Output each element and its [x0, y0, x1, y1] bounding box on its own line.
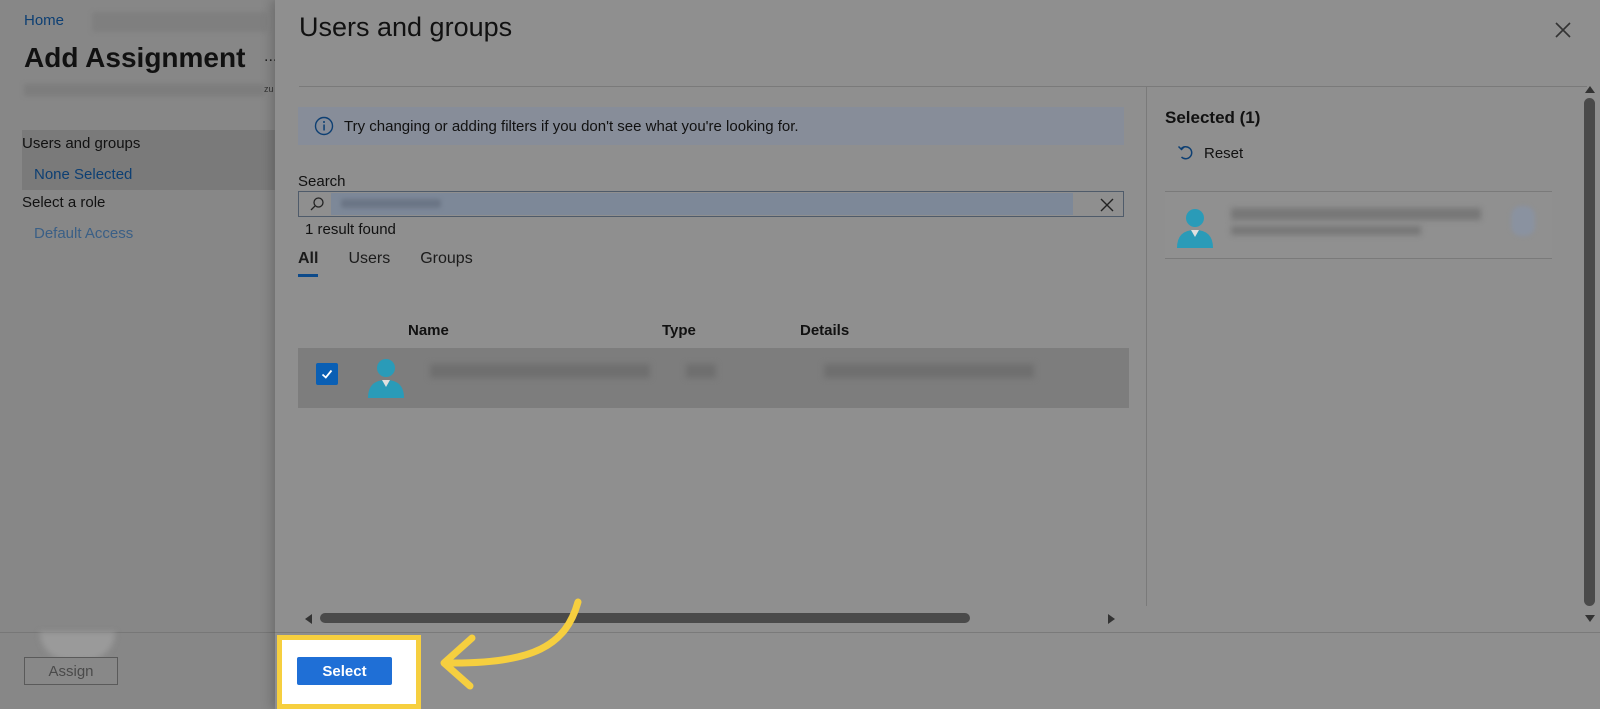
page-title: Add Assignment [24, 42, 246, 73]
row-type-redacted [686, 364, 716, 378]
column-header-name[interactable]: Name [408, 322, 449, 339]
info-text: Try changing or adding filters if you do… [344, 117, 799, 135]
reset-icon [1177, 145, 1193, 160]
section-label: Users and groups [22, 135, 141, 152]
info-banner: Try changing or adding filters if you do… [298, 107, 1124, 145]
background-blade: Home Add Assignment ... zu Users and gro… [0, 0, 277, 709]
row-details-redacted [824, 364, 1034, 378]
side-text: zu [264, 84, 274, 94]
header-divider [299, 86, 1587, 87]
section-value[interactable]: Default Access [34, 225, 275, 242]
tab-all[interactable]: All [298, 250, 319, 277]
assign-button[interactable]: Assign [24, 657, 118, 685]
subtitle-redacted [24, 84, 264, 96]
row-checkbox[interactable] [316, 363, 338, 385]
scroll-left-icon[interactable] [305, 614, 312, 624]
scroll-down-icon[interactable] [1585, 615, 1595, 622]
scroll-up-icon[interactable] [1585, 86, 1595, 93]
breadcrumb-redacted [92, 12, 267, 32]
selected-name-redacted [1231, 208, 1481, 220]
search-input[interactable] [331, 193, 1073, 215]
scroll-thumb[interactable] [1584, 98, 1595, 606]
column-header-type[interactable]: Type [662, 322, 696, 339]
vertical-scrollbar[interactable] [1583, 86, 1597, 626]
pane-divider [1146, 86, 1147, 606]
check-icon [321, 369, 333, 379]
table-row[interactable] [298, 348, 1129, 408]
breadcrumb-home[interactable]: Home [24, 12, 64, 29]
remove-selected-button[interactable] [1511, 206, 1535, 236]
section-label: Select a role [22, 194, 106, 211]
section-value[interactable]: None Selected [34, 166, 275, 183]
reset-label: Reset [1204, 144, 1244, 162]
close-icon[interactable] [1551, 18, 1575, 42]
scroll-right-icon[interactable] [1108, 614, 1115, 624]
decoration [40, 632, 115, 660]
select-button[interactable]: Select [297, 657, 392, 685]
filter-tabs: All Users Groups [298, 250, 503, 277]
search-icon [310, 197, 324, 211]
curved-arrow-icon [440, 598, 582, 690]
user-avatar-icon [1177, 209, 1213, 248]
selected-email-redacted [1231, 226, 1421, 235]
horizontal-scrollbar[interactable] [305, 612, 1115, 626]
selected-item [1165, 192, 1552, 259]
search-field[interactable] [298, 191, 1124, 217]
tab-groups[interactable]: Groups [420, 250, 472, 277]
table-header: Name Type Details [298, 312, 1129, 348]
selected-count-title: Selected (1) [1165, 108, 1261, 127]
search-label: Search [298, 173, 346, 190]
scroll-thumb[interactable] [320, 613, 970, 623]
section-select-role[interactable]: Select a role Default Access [22, 190, 275, 250]
result-count: 1 result found [305, 221, 396, 238]
tab-users[interactable]: Users [348, 250, 390, 277]
dialog-title: Users and groups [299, 12, 513, 42]
info-icon [314, 116, 334, 136]
row-name-redacted [430, 364, 650, 378]
user-avatar-icon [368, 359, 404, 398]
section-users-and-groups[interactable]: Users and groups None Selected [22, 130, 275, 190]
results-table: Name Type Details [298, 312, 1129, 408]
clear-icon[interactable] [1099, 197, 1115, 213]
column-header-details[interactable]: Details [800, 322, 849, 339]
reset-button[interactable]: Reset [1177, 144, 1243, 162]
